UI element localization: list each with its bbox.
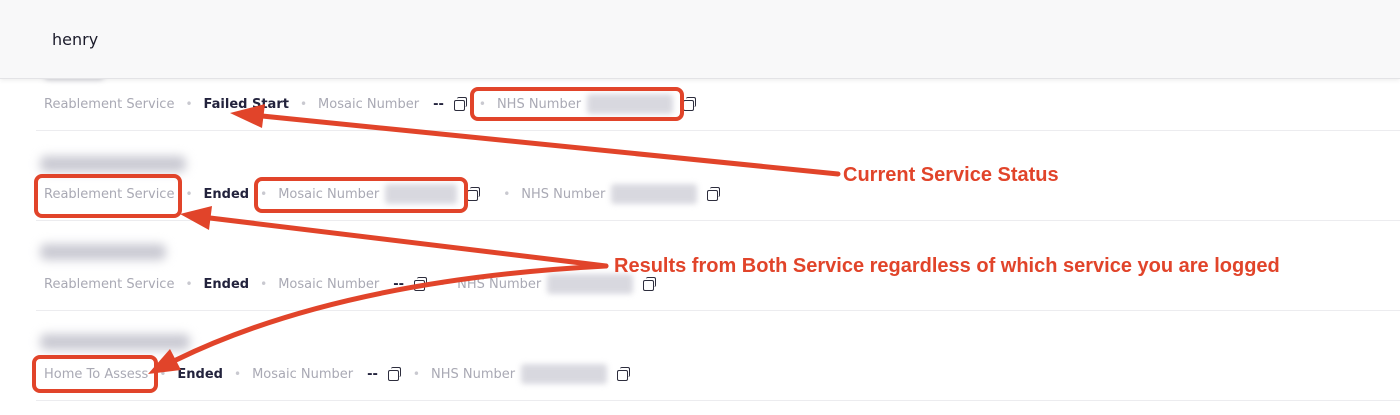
arrowhead: [148, 349, 181, 374]
status-callout: Current Service Status: [843, 164, 1059, 186]
arrow-line-service: [207, 215, 609, 269]
search-bar[interactable]: henry: [0, 0, 1400, 79]
arrowhead: [230, 104, 265, 128]
arrowhead: [180, 206, 212, 230]
services-callout: Results from Both Service regardless of …: [614, 255, 1280, 277]
arrow-line-home-to-assess: [173, 263, 609, 363]
arrow-line-status: [259, 113, 841, 177]
search-query[interactable]: henry: [52, 30, 98, 49]
